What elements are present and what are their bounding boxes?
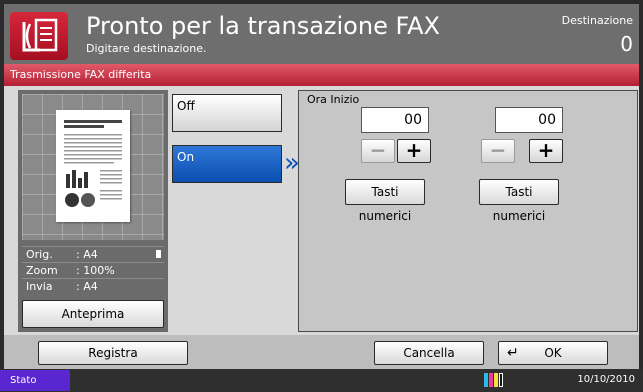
minute-decrement-button[interactable]: − bbox=[481, 139, 515, 163]
info-original-label: Orig. bbox=[26, 248, 53, 261]
toner-cyan bbox=[484, 373, 488, 387]
start-time-label: Ora Inizio bbox=[307, 93, 360, 106]
preview-area bbox=[22, 94, 164, 240]
section-title: Trasmissione FAX differita bbox=[10, 68, 152, 81]
divider bbox=[22, 278, 164, 279]
info-original-value: : A4 bbox=[76, 248, 98, 261]
destination-count: 0 bbox=[620, 32, 633, 56]
hour-decrement-button[interactable]: − bbox=[361, 139, 395, 163]
document-thumbnail bbox=[56, 110, 130, 222]
document-icon bbox=[156, 250, 161, 258]
toner-black bbox=[499, 373, 503, 387]
info-send-value: : A4 bbox=[76, 280, 98, 293]
preview-button[interactable]: Anteprima bbox=[22, 300, 164, 328]
date-display: 10/10/2010 bbox=[577, 374, 635, 385]
info-zoom: Zoom : 100% bbox=[26, 264, 115, 277]
divider bbox=[22, 262, 164, 263]
status-button[interactable]: Stato bbox=[0, 370, 70, 391]
info-send: Invia : A4 bbox=[26, 280, 98, 293]
page-subtitle: Digitare destinazione. bbox=[86, 42, 207, 55]
destination-label: Destinazione bbox=[561, 14, 633, 27]
ok-label: OK bbox=[544, 346, 562, 360]
minute-keypad-button[interactable]: Tasti numerici bbox=[479, 179, 559, 223]
register-button[interactable]: Registra bbox=[38, 341, 188, 365]
toner-yellow bbox=[494, 373, 498, 387]
minute-increment-button[interactable]: + bbox=[529, 139, 563, 163]
toner-icon bbox=[484, 373, 504, 387]
hour-keypad-button[interactable]: Tasti numerici bbox=[345, 179, 425, 223]
divider bbox=[22, 246, 164, 247]
minute-field[interactable]: 00 bbox=[495, 107, 563, 133]
info-send-label: Invia bbox=[26, 280, 53, 293]
ok-button[interactable]: ↵ OK bbox=[498, 341, 608, 365]
screen-frame: Pronto per la transazione FAX Digitare d… bbox=[4, 4, 639, 369]
info-zoom-value: : 100% bbox=[76, 264, 115, 277]
option-off-button[interactable]: Off bbox=[172, 94, 282, 132]
status-bar: Stato 10/10/2010 bbox=[0, 369, 643, 392]
start-time-panel: Ora Inizio 00 − + Tasti numerici 00 − + … bbox=[298, 90, 638, 332]
chevron-right-icon: » bbox=[284, 148, 300, 178]
toner-magenta bbox=[489, 373, 493, 387]
page-title: Pronto per la transazione FAX bbox=[86, 12, 440, 40]
info-original: Orig. : A4 bbox=[26, 248, 98, 261]
cancel-button[interactable]: Cancella bbox=[374, 341, 484, 365]
header: Pronto per la transazione FAX Digitare d… bbox=[4, 4, 639, 64]
info-zoom-label: Zoom bbox=[26, 264, 58, 277]
hour-field[interactable]: 00 bbox=[361, 107, 429, 133]
section-bar: Trasmissione FAX differita bbox=[4, 64, 639, 86]
hour-increment-button[interactable]: + bbox=[397, 139, 431, 163]
fax-icon bbox=[10, 12, 68, 60]
option-on-button[interactable]: On bbox=[172, 145, 282, 183]
enter-icon: ↵ bbox=[507, 345, 519, 361]
action-bar: Registra Cancella ↵ OK bbox=[4, 335, 639, 369]
preview-panel: Orig. : A4 Zoom : 100% Invia : A4 Anteprima bbox=[18, 90, 168, 332]
document-thumbnail-graphic bbox=[64, 120, 122, 207]
